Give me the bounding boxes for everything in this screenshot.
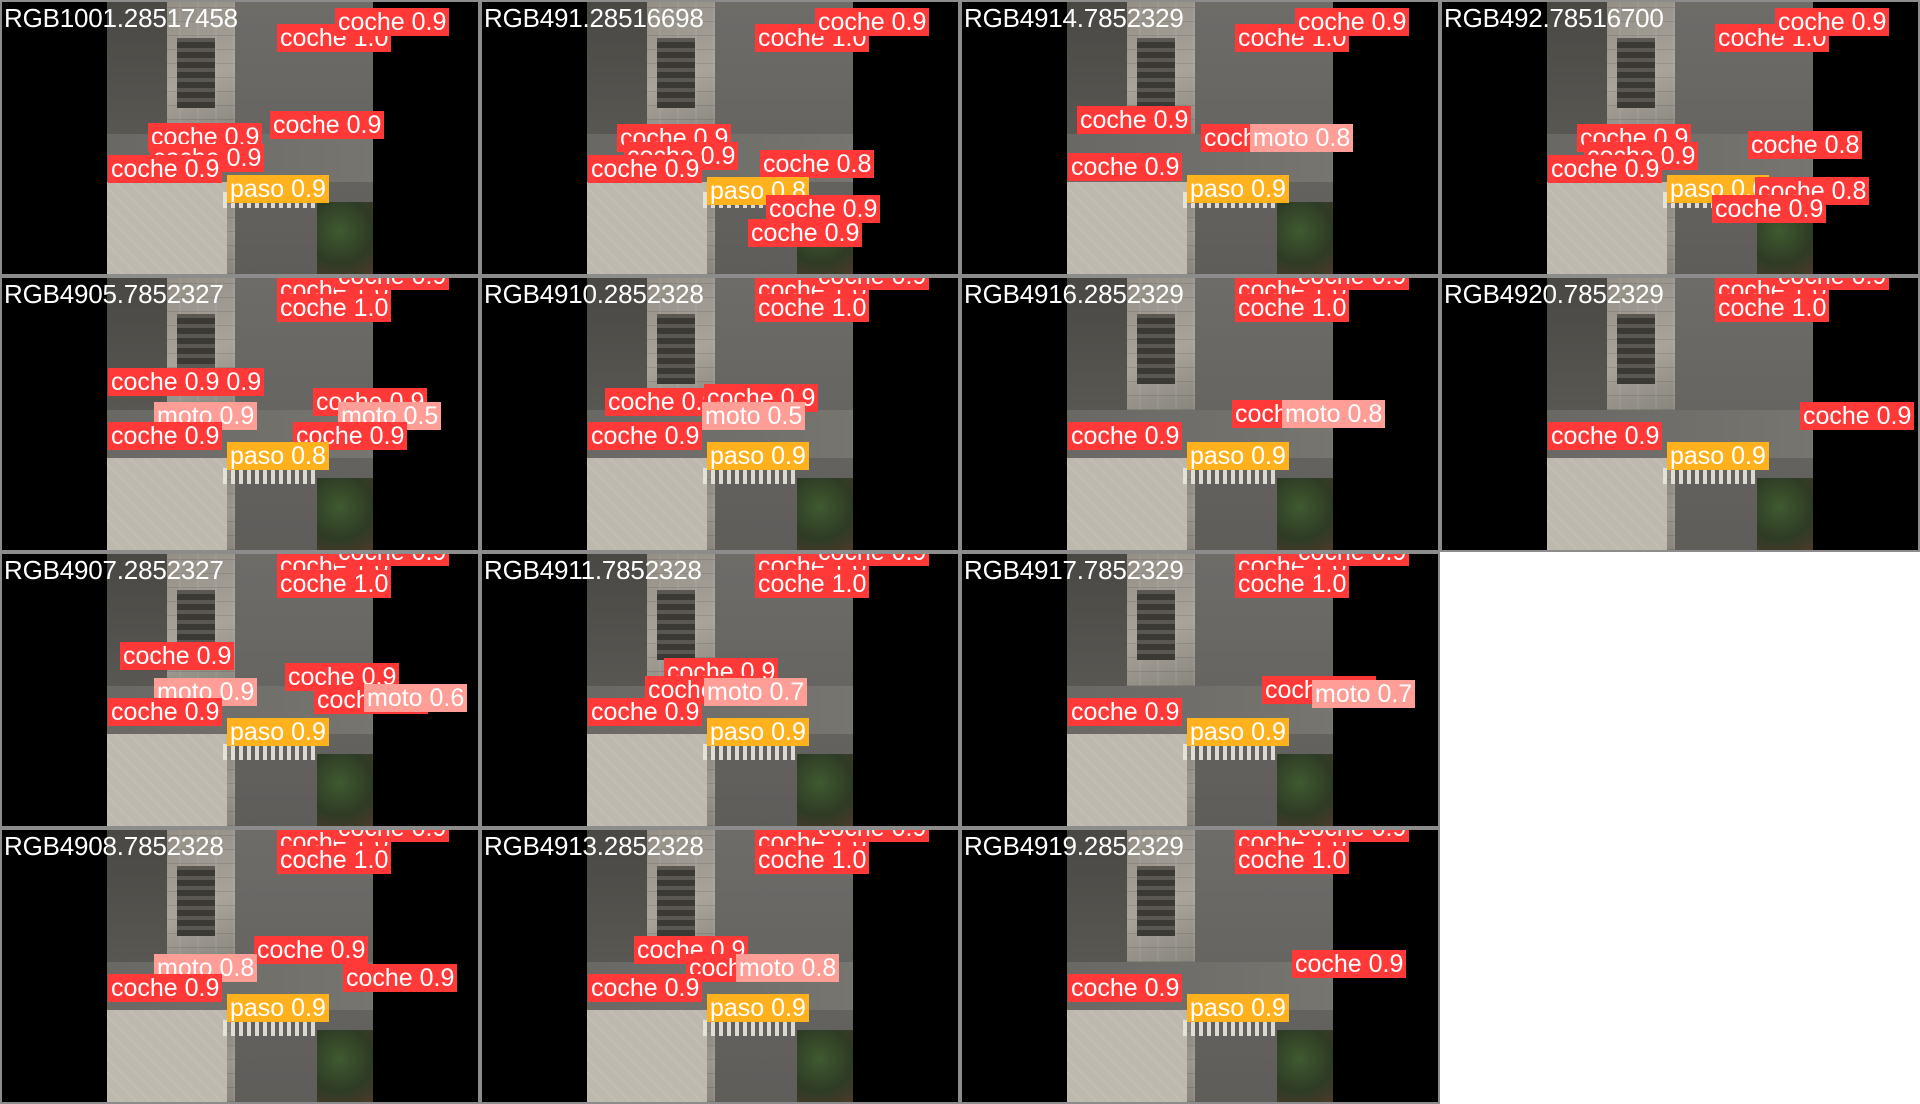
detection-label: coche 0.8 (760, 150, 875, 178)
detection-label: coche 0.9 (335, 554, 450, 566)
tile: RGB4914.7852329 coche 1.0 coche 0.9 coch… (960, 0, 1440, 276)
detection-label: coche 1.0 (277, 846, 392, 874)
detection-label: coche 1.0 (755, 570, 870, 598)
detection-label: coche 0.9 (108, 155, 223, 183)
tile: RGB1001.28517458 coche 1.0 coche 0.9 coc… (0, 0, 480, 276)
detection-label: paso 0.9 (707, 718, 809, 746)
tile: RGB4905.7852327 coche 1.0 coche 0.9 coch… (0, 276, 480, 552)
detection-label: coche 1.0 (1235, 570, 1350, 598)
detection-label: coche 0.9 (1068, 153, 1183, 181)
detection-label: coche 0.9 (588, 422, 703, 450)
tile-title: RGB1001.28517458 (4, 3, 238, 33)
detection-label: coche 0.9 (335, 830, 450, 842)
detection-label: coche 0.9 (108, 422, 223, 450)
detection-label: paso 0.9 (227, 718, 329, 746)
detection-label: coche 0.9 (108, 698, 223, 726)
detection-label: moto 0.7 (704, 678, 808, 706)
detection-label: coche 0.9 (1548, 422, 1663, 450)
detection-label: coche 0.9 (120, 642, 235, 670)
detection-label: coche 0.9 (1068, 974, 1183, 1002)
tile: RGB492.78516700 coche 1.0 coche 0.9 coch… (1440, 0, 1920, 276)
detection-label: coche 0.9 (335, 278, 450, 290)
tile-title: RGB4910.2852328 (484, 279, 704, 309)
detection-label: coche 1.0 (1715, 294, 1830, 322)
detection-label: coche 0.9 (1068, 698, 1183, 726)
tile: RGB4916.2852329 coche 1.0 coche 0.9 coch… (960, 276, 1440, 552)
detection-label: coche 0.9 (815, 278, 930, 290)
detection-label: coche 0.9 0.9 (108, 368, 265, 396)
detection-label: coche 1.0 (1235, 846, 1350, 874)
tile: RGB4920.7852329 coche 1.0 coche 0.9 coch… (1440, 276, 1920, 552)
detection-label: coche 1.0 (755, 846, 870, 874)
detection-label: coche 0.9 (1295, 278, 1410, 290)
detection-label: coche 0.9 (815, 830, 930, 842)
detection-label: paso 0.8 (227, 442, 329, 470)
tile: RGB4908.7852328 coche 1.0 coche 0.9 coch… (0, 828, 480, 1104)
detection-mosaic: RGB1001.28517458 coche 1.0 coche 0.9 coc… (0, 0, 1920, 1104)
detection-label: moto 0.8 (1250, 124, 1354, 152)
detection-label: coche 0.9 (815, 554, 930, 566)
detection-label: coche 0.9 (1077, 106, 1192, 134)
tile-title: RGB4907.2852327 (4, 555, 224, 585)
detection-label: coche 0.9 (1068, 422, 1183, 450)
detection-label: paso 0.9 (1667, 442, 1769, 470)
detection-label: moto 0.5 (702, 402, 806, 430)
tile-title: RGB4911.7852328 (484, 555, 702, 585)
tile-title: RGB4905.7852327 (4, 279, 224, 309)
detection-label: paso 0.9 (1187, 718, 1289, 746)
detection-label: paso 0.9 (1187, 175, 1289, 203)
tile-title: RGB4919.2852329 (964, 831, 1184, 861)
detection-label: coche 1.0 (755, 294, 870, 322)
tile-title: RGB4908.7852328 (4, 831, 224, 861)
detection-label: paso 0.9 (227, 994, 329, 1022)
detection-label: paso 0.9 (1187, 442, 1289, 470)
tile: RGB4919.2852329 coche 1.0 coche 0.9 coch… (960, 828, 1440, 1104)
detection-label: coche 1.0 (277, 570, 392, 598)
detection-label: coche 0.9 (270, 111, 385, 139)
detection-label: coche 0.9 (1775, 278, 1890, 290)
detection-label: coche 0.9 (1295, 8, 1410, 36)
detection-label: coche 0.9 (1712, 195, 1827, 223)
detection-label: coche 0.9 (335, 8, 450, 36)
detection-label: paso 0.9 (227, 175, 329, 203)
detection-label: coche 0.9 (588, 698, 703, 726)
detection-label: coche 0.9 (1775, 8, 1890, 36)
tile: RGB491.28516698 coche 1.0 coche 0.9 coch… (480, 0, 960, 276)
tile-title: RGB492.78516700 (1444, 3, 1664, 33)
tile: RGB4907.2852327 coche 1.0 coche 0.9 coch… (0, 552, 480, 828)
tile-title: RGB4920.7852329 (1444, 279, 1664, 309)
tile-title: RGB4916.2852329 (964, 279, 1184, 309)
detection-label: coche 0.9 (1800, 402, 1915, 430)
detection-label: paso 0.9 (707, 442, 809, 470)
detection-label: coche 1.0 (1235, 294, 1350, 322)
detection-label: coche 0.9 (1295, 554, 1410, 566)
detection-label: coche 1.0 (277, 294, 392, 322)
detection-label: coche 0.9 (1548, 155, 1663, 183)
detection-label: moto 0.7 (1312, 680, 1416, 708)
tile-title: RGB4913.2852328 (484, 831, 704, 861)
tile-title: RGB4914.7852329 (964, 3, 1184, 33)
detection-label: coche 0.9 (1292, 950, 1407, 978)
detection-label: paso 0.9 (707, 994, 809, 1022)
detection-label: moto 0.8 (1282, 400, 1386, 428)
tile: RGB4917.7852329 coche 1.0 coche 0.9 coch… (960, 552, 1440, 828)
detection-label: coche 0.9 (343, 964, 458, 992)
detection-label: coche 0.8 (1748, 131, 1863, 159)
detection-label: moto 0.6 (364, 684, 468, 712)
detection-label: coche 0.9 (108, 974, 223, 1002)
tile: RGB4913.2852328 coche 1.0 coche 0.9 coch… (480, 828, 960, 1104)
tile-title: RGB4917.7852329 (964, 555, 1184, 585)
detection-label: paso 0.9 (1187, 994, 1289, 1022)
tile-title: RGB491.28516698 (484, 3, 704, 33)
detection-label: coche 0.9 (588, 155, 703, 183)
detection-label: coche 0.9 (1295, 830, 1410, 842)
detection-label: moto 0.8 (736, 954, 840, 982)
detection-label: coche 0.9 (748, 219, 863, 247)
tile: RGB4911.7852328 coche 1.0 coche 0.9 coch… (480, 552, 960, 828)
tile: RGB4910.2852328 coche 1.0 coche 0.9 coch… (480, 276, 960, 552)
detection-label: coche 0.9 (254, 936, 369, 964)
detection-label: coche 0.9 (588, 974, 703, 1002)
detection-label: coche 0.9 (815, 8, 930, 36)
